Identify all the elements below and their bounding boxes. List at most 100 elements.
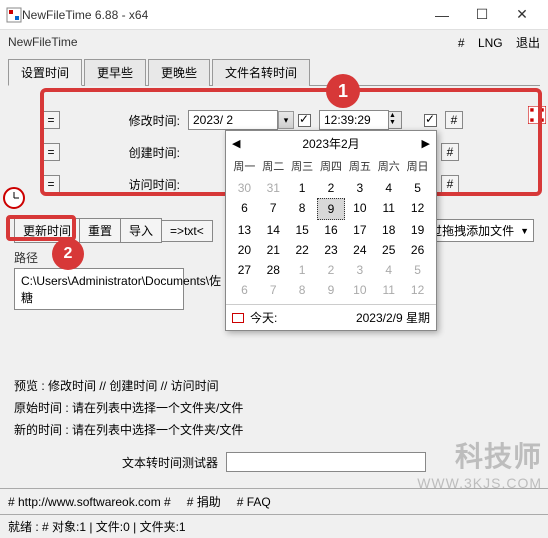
calendar-day[interactable]: 22 [288, 240, 317, 260]
calendar-day[interactable]: 23 [317, 240, 346, 260]
calendar-day[interactable]: 27 [230, 260, 259, 280]
calendar-day[interactable]: 4 [374, 178, 403, 198]
calendar-day[interactable]: 1 [288, 178, 317, 198]
footer-faq[interactable]: # FAQ [237, 495, 271, 509]
checkbox-date-modify[interactable] [298, 114, 311, 127]
label-create-time: 创建时间: [68, 144, 188, 161]
calendar-dow: 周四 [317, 156, 346, 176]
calendar-next[interactable]: ▶ [422, 137, 430, 150]
calendar-day[interactable]: 18 [374, 220, 403, 240]
preview-original: 原始时间 : 请在列表中选择一个文件夹/文件 [14, 398, 534, 418]
callout-2: 2 [52, 238, 84, 270]
calendar-day[interactable]: 12 [403, 280, 432, 300]
import-button[interactable]: 导入 [121, 218, 162, 243]
tester-label: 文本转时间测试器 [122, 454, 218, 471]
window-title: NewFileTime 6.88 - x64 [22, 8, 422, 22]
tab-earlier[interactable]: 更早些 [84, 59, 146, 86]
calendar-today-label[interactable]: 今天: [250, 309, 277, 326]
footer-links: # http://www.softwareok.com # # 捐助 # FAQ [0, 488, 548, 514]
callout-1: 1 [326, 74, 360, 108]
calendar-dow: 周三 [288, 156, 317, 176]
calendar-day[interactable]: 5 [403, 178, 432, 198]
hash-button-access[interactable]: # [441, 175, 459, 193]
equal-button-create[interactable]: = [42, 143, 60, 161]
calendar-day[interactable]: 25 [374, 240, 403, 260]
calendar-day[interactable]: 7 [259, 280, 288, 300]
preview-new: 新的时间 : 请在列表中选择一个文件夹/文件 [14, 420, 534, 440]
hash-button-modify[interactable]: # [445, 111, 463, 129]
calendar-day[interactable]: 1 [288, 260, 317, 280]
menu-hash[interactable]: # [458, 36, 465, 50]
time-input-modify[interactable]: 12:39:29 [319, 110, 389, 130]
footer-donate[interactable]: # 捐助 [187, 493, 221, 510]
calendar-day[interactable]: 7 [259, 198, 288, 220]
close-button[interactable]: ✕ [502, 1, 542, 29]
calendar-day[interactable]: 14 [259, 220, 288, 240]
calendar-day[interactable]: 28 [259, 260, 288, 280]
calendar-day[interactable]: 3 [345, 178, 374, 198]
calendar-day[interactable]: 12 [403, 198, 432, 220]
calendar-day[interactable]: 6 [230, 198, 259, 220]
calendar-day[interactable]: 10 [345, 280, 374, 300]
calendar-day[interactable]: 10 [345, 198, 374, 220]
footer-url[interactable]: # http://www.softwareok.com # [8, 495, 171, 509]
title-bar: NewFileTime 6.88 - x64 — ☐ ✕ [0, 0, 548, 30]
calendar-day[interactable]: 11 [374, 198, 403, 220]
menu-language[interactable]: LNG [478, 36, 503, 50]
calendar-title: 2023年2月 [302, 135, 359, 152]
calendar-day[interactable]: 2 [317, 178, 346, 198]
calendar-day[interactable]: 6 [230, 280, 259, 300]
tab-set-time[interactable]: 设置时间 [8, 59, 82, 86]
label-modify-time: 修改时间: [68, 112, 188, 129]
reset-button[interactable]: 重置 [80, 218, 121, 243]
date-input-modify[interactable]: 2023/ 2 [188, 110, 278, 130]
calendar-day[interactable]: 17 [345, 220, 374, 240]
preview-header: 预览 : 修改时间 // 创建时间 // 访问时间 [14, 376, 534, 396]
today-marker-icon [232, 313, 244, 323]
calendar-day[interactable]: 8 [288, 280, 317, 300]
calendar-dow: 周六 [374, 156, 403, 176]
tab-later[interactable]: 更晚些 [148, 59, 210, 86]
hash-button-create[interactable]: # [441, 143, 459, 161]
checkbox-enable-modify[interactable] [424, 114, 437, 127]
minimize-button[interactable]: — [422, 1, 462, 29]
export-button[interactable]: =>txt< [162, 220, 213, 242]
grid-icon[interactable] [528, 106, 546, 124]
menu-bar: NewFileTime # LNG 退出 [0, 30, 548, 54]
calendar-day[interactable]: 9 [317, 198, 346, 220]
calendar-day[interactable]: 15 [288, 220, 317, 240]
calendar-day[interactable]: 5 [403, 260, 432, 280]
clock-icon [2, 186, 26, 210]
calendar-day[interactable]: 31 [259, 178, 288, 198]
calendar-day[interactable]: 2 [317, 260, 346, 280]
calendar-day[interactable]: 13 [230, 220, 259, 240]
calendar-dow: 周五 [345, 156, 374, 176]
time-spinner-modify[interactable]: ▲▼ [388, 111, 402, 129]
text-to-time-tester: 文本转时间测试器 [14, 452, 534, 472]
calendar-day[interactable]: 16 [317, 220, 346, 240]
menu-exit[interactable]: 退出 [516, 36, 540, 50]
calendar-day[interactable]: 26 [403, 240, 432, 260]
calendar-day[interactable]: 3 [345, 260, 374, 280]
calendar-prev[interactable]: ◀ [232, 137, 240, 150]
calendar-popup: ◀ 2023年2月 ▶ 周一周二周三周四周五周六周日 3031123456789… [225, 130, 437, 331]
app-icon [6, 7, 22, 23]
date-dropdown-modify[interactable]: ▾ [278, 111, 294, 129]
calendar-day[interactable]: 30 [230, 178, 259, 198]
calendar-day[interactable]: 8 [288, 198, 317, 220]
equal-button-access[interactable]: = [42, 175, 60, 193]
tab-bar: 设置时间 更早些 更晚些 文件名转时间 [8, 58, 540, 86]
calendar-day[interactable]: 11 [374, 280, 403, 300]
calendar-day[interactable]: 21 [259, 240, 288, 260]
tester-input[interactable] [226, 452, 426, 472]
calendar-day[interactable]: 20 [230, 240, 259, 260]
calendar-day[interactable]: 9 [317, 280, 346, 300]
calendar-dow: 周一 [230, 156, 259, 176]
path-field[interactable]: C:\Users\Administrator\Documents\佐糖 [14, 268, 184, 310]
calendar-day[interactable]: 19 [403, 220, 432, 240]
calendar-day[interactable]: 24 [345, 240, 374, 260]
maximize-button[interactable]: ☐ [462, 1, 502, 29]
calendar-day[interactable]: 4 [374, 260, 403, 280]
equal-button-modify[interactable]: = [42, 111, 60, 129]
tab-filename-to-time[interactable]: 文件名转时间 [212, 59, 310, 86]
